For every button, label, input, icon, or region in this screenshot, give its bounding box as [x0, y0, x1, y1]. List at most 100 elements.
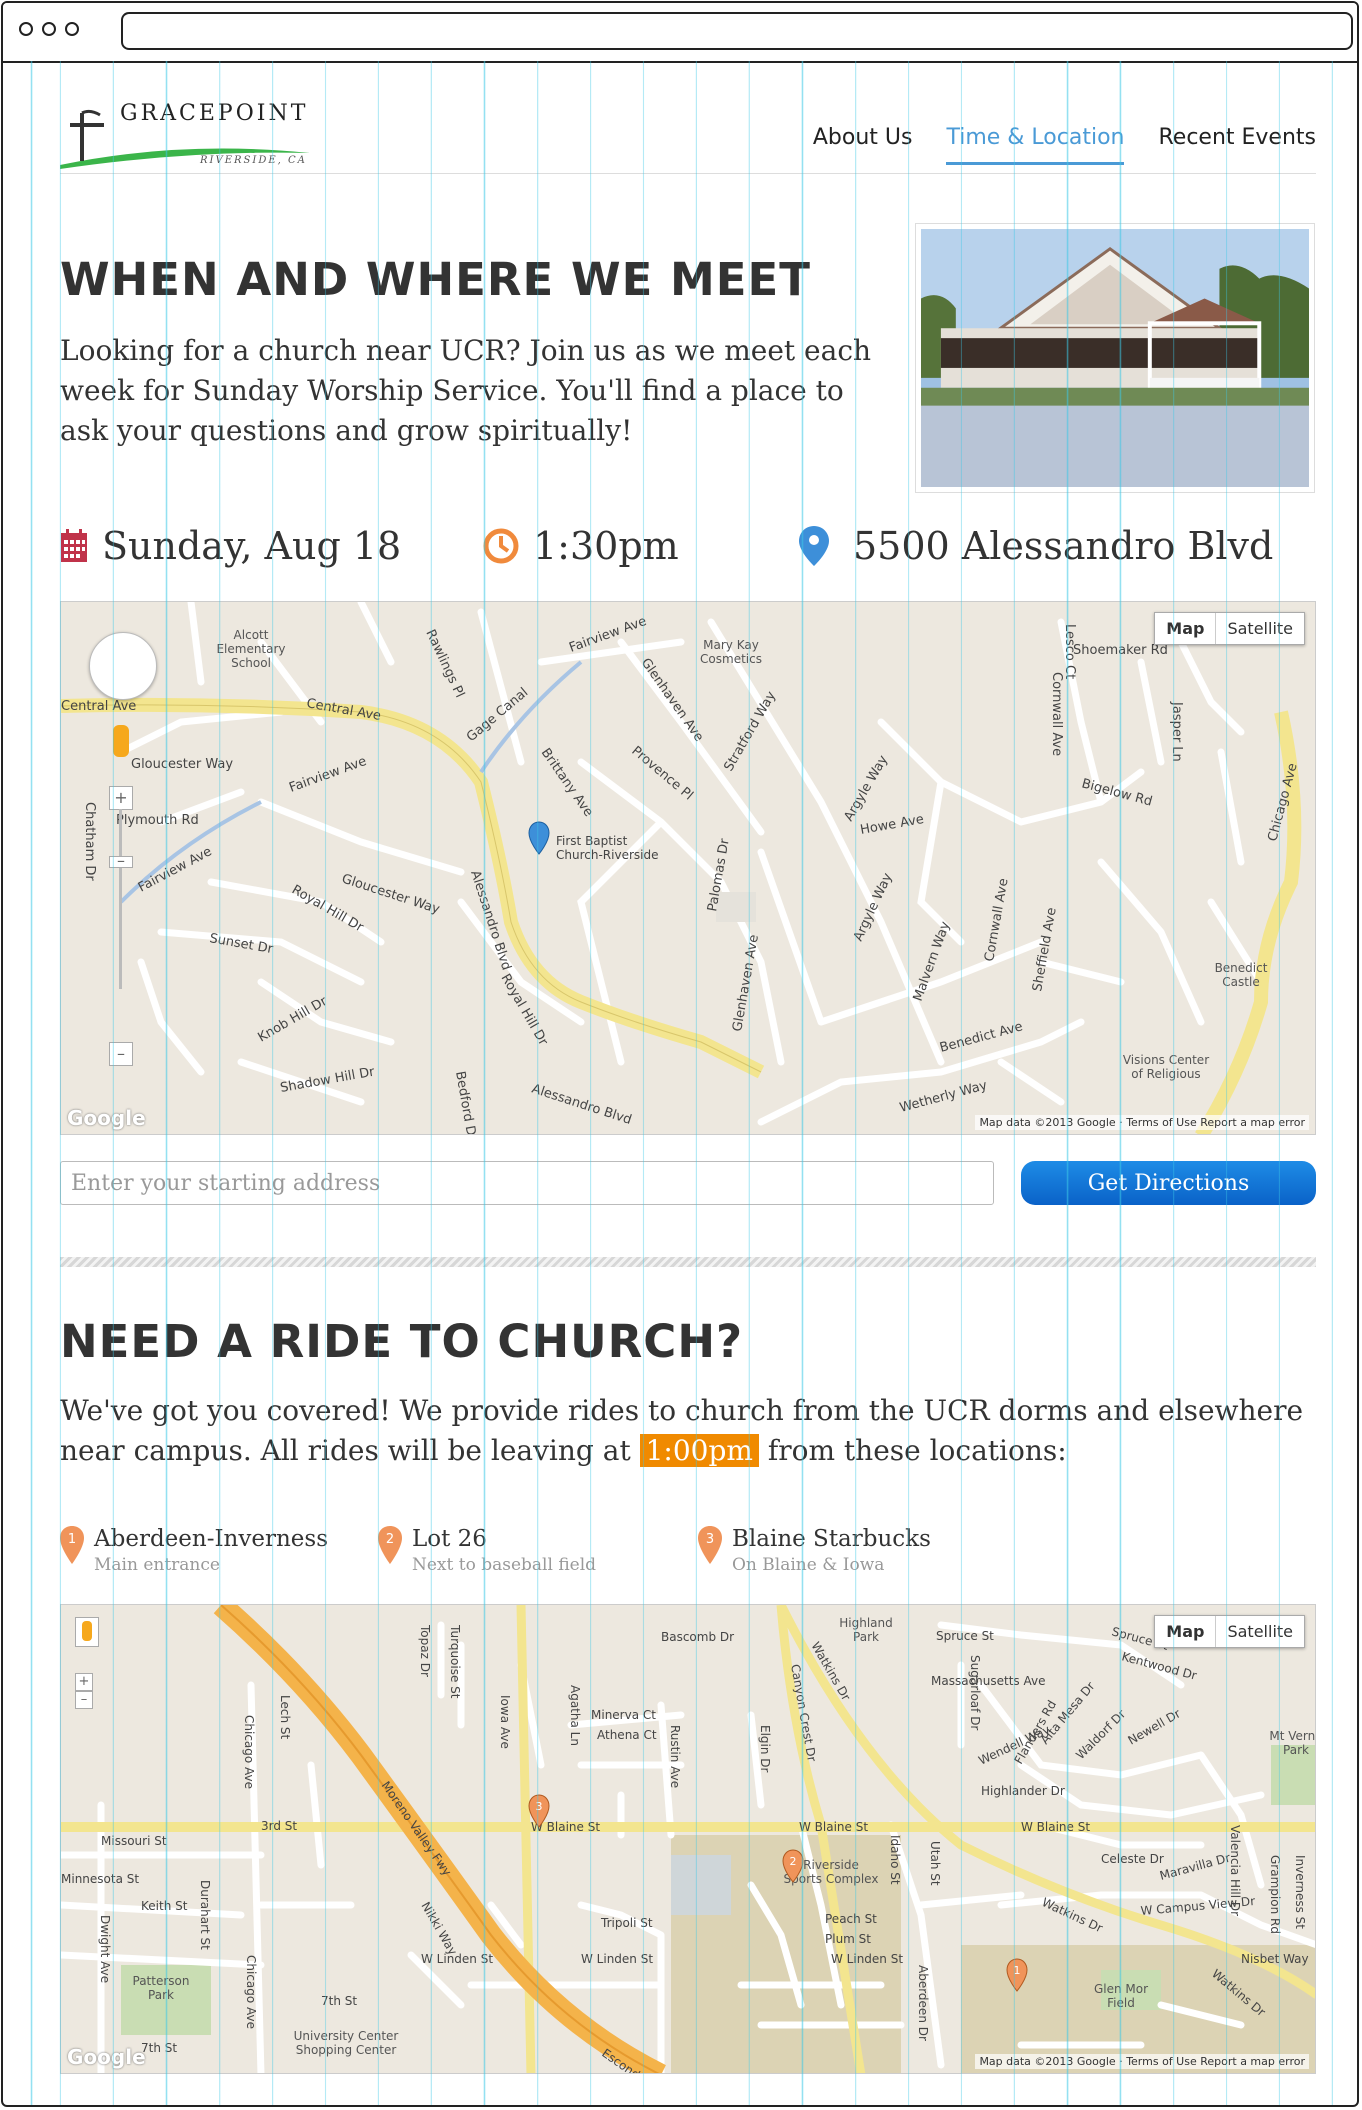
- google-logo[interactable]: Google: [67, 1106, 146, 1130]
- svg-text:Elgin Dr: Elgin Dr: [758, 1725, 772, 1773]
- get-directions-button[interactable]: Get Directions: [1021, 1161, 1316, 1205]
- svg-text:Church-Riverside: Church-Riverside: [556, 848, 658, 862]
- ride-text: We've got you covered! We provide rides …: [60, 1391, 1316, 1471]
- map-type-map-button[interactable]: Map: [1155, 613, 1215, 644]
- pegman-control[interactable]: [75, 1617, 99, 1647]
- svg-text:Topaz Dr: Topaz Dr: [418, 1624, 432, 1677]
- orange-pin-icon: 3: [698, 1526, 722, 1564]
- orange-pin-icon: 2: [378, 1526, 402, 1564]
- map-attribution[interactable]: Map data ©2013 Google · Terms of Use Rep…: [975, 2054, 1309, 2069]
- church-map-canvas[interactable]: Central Ave Central Ave Fairview AveFairv…: [61, 602, 1316, 1135]
- svg-text:Mary Kay: Mary Kay: [703, 638, 759, 652]
- svg-text:Highlander Dr: Highlander Dr: [981, 1784, 1065, 1798]
- meet-title: WHEN AND WHERE WE MEET: [60, 253, 811, 306]
- window-maximize-icon[interactable]: [65, 22, 79, 36]
- rides-map[interactable]: 3rd St W Blaine St W Blaine St W Blaine St…: [60, 1604, 1316, 2074]
- nav-time-location[interactable]: Time & Location: [946, 125, 1125, 165]
- church-map[interactable]: Central Ave Central Ave Fairview Ave Fairv…: [60, 601, 1316, 1135]
- svg-text:Agatha Ln: Agatha Ln: [568, 1685, 582, 1746]
- map-type-satellite-button[interactable]: Satellite: [1215, 613, 1304, 644]
- zoom-in-button[interactable]: +: [75, 1673, 93, 1691]
- zoom-slider-track[interactable]: [119, 809, 122, 989]
- map-type-control: Map Satellite: [1154, 612, 1305, 645]
- pegman-icon[interactable]: [82, 1621, 92, 1641]
- starting-address-input[interactable]: [60, 1161, 994, 1205]
- nav-about-us[interactable]: About Us: [813, 125, 913, 165]
- svg-text:Rustin Ave: Rustin Ave: [668, 1725, 682, 1788]
- svg-text:Durahart St: Durahart St: [198, 1880, 212, 1950]
- svg-text:Minnesota St: Minnesota St: [61, 1872, 139, 1886]
- main-nav: About Us Time & Location Recent Events: [813, 125, 1316, 165]
- ride-location-3[interactable]: 3 Blaine Starbucks On Blaine & Iowa: [698, 1526, 931, 1575]
- svg-text:Field: Field: [1107, 1996, 1135, 2010]
- window-close-icon[interactable]: [19, 22, 33, 36]
- location-subtitle: On Blaine & Iowa: [732, 1555, 885, 1575]
- location-name: Aberdeen-Inverness: [94, 1526, 328, 1552]
- location-subtitle: Main entrance: [94, 1555, 220, 1575]
- map-attribution[interactable]: Map data ©2013 Google · Terms of Use Rep…: [975, 1115, 1309, 1130]
- ride-location-2[interactable]: 2 Lot 26 Next to baseball field: [378, 1526, 596, 1575]
- time-info: 1:30pm: [483, 524, 679, 568]
- map-type-map-button[interactable]: Map: [1155, 1616, 1215, 1647]
- meet-date: Sunday, Aug 18: [102, 524, 402, 568]
- svg-text:Park: Park: [853, 1630, 879, 1644]
- svg-text:Gloucester Way: Gloucester Way: [131, 757, 233, 772]
- svg-text:Lech St: Lech St: [278, 1695, 292, 1739]
- svg-text:Park: Park: [148, 1988, 174, 2002]
- svg-text:Minerva Ct: Minerva Ct: [591, 1708, 656, 1722]
- svg-text:Bascomb Dr: Bascomb Dr: [661, 1630, 734, 1644]
- svg-text:Athena Ct: Athena Ct: [597, 1728, 657, 1742]
- pegman-icon[interactable]: [113, 725, 129, 757]
- map-pan-control[interactable]: [89, 632, 157, 700]
- svg-text:University Center: University Center: [294, 2029, 399, 2043]
- ride-location-1[interactable]: 1 Aberdeen-Inverness Main entrance: [60, 1526, 328, 1575]
- logo-subtitle: RIVERSIDE, CA: [200, 155, 307, 166]
- svg-text:3rd St: 3rd St: [261, 1819, 297, 1833]
- svg-text:2: 2: [790, 1855, 797, 1868]
- svg-text:Iowa Ave: Iowa Ave: [498, 1695, 512, 1749]
- svg-text:Celeste Dr: Celeste Dr: [1101, 1852, 1164, 1866]
- svg-text:Chicago Ave: Chicago Ave: [242, 1715, 256, 1789]
- svg-text:Dwight Ave: Dwight Ave: [98, 1915, 112, 1983]
- svg-text:Benedict: Benedict: [1215, 961, 1268, 975]
- meet-address: 5500 Alessandro Blvd: [853, 524, 1274, 568]
- svg-text:Cosmetics: Cosmetics: [700, 652, 762, 666]
- zoom-out-button[interactable]: –: [109, 1042, 133, 1066]
- svg-text:Aberdeen Dr: Aberdeen Dr: [916, 1965, 930, 2041]
- location-name: Lot 26: [412, 1526, 487, 1552]
- location-subtitle: Next to baseball field: [412, 1555, 597, 1575]
- svg-text:Jasper Ln: Jasper Ln: [1169, 701, 1184, 762]
- svg-text:Inverness St: Inverness St: [1293, 1855, 1307, 1929]
- window-minimize-icon[interactable]: [42, 22, 56, 36]
- meet-intro: Looking for a church near UCR? Join us a…: [60, 334, 872, 447]
- svg-text:Plymouth Rd: Plymouth Rd: [116, 813, 199, 828]
- nav-recent-events[interactable]: Recent Events: [1158, 125, 1316, 165]
- zoom-out-button[interactable]: –: [75, 1691, 93, 1709]
- svg-text:Shopping Center: Shopping Center: [296, 2043, 397, 2057]
- zoom-slider-handle[interactable]: –: [109, 853, 133, 869]
- section-divider: [60, 1257, 1316, 1267]
- svg-text:Park: Park: [1283, 1743, 1309, 1757]
- svg-text:First Baptist: First Baptist: [556, 834, 628, 848]
- svg-text:Turquoise St: Turquoise St: [448, 1624, 462, 1699]
- svg-text:Riverside: Riverside: [803, 1858, 859, 1872]
- svg-text:Shoemaker Rd: Shoemaker Rd: [1073, 643, 1168, 658]
- calendar-icon: [61, 529, 87, 562]
- location-pin-icon: [799, 526, 829, 566]
- google-logo[interactable]: Google: [67, 2045, 146, 2069]
- logo-text: GRACEPOINT: [120, 101, 309, 126]
- svg-text:7th St: 7th St: [321, 1994, 357, 2008]
- zoom-in-button[interactable]: +: [109, 786, 133, 810]
- svg-text:Highland: Highland: [839, 1616, 893, 1630]
- map-type-satellite-button[interactable]: Satellite: [1215, 1616, 1304, 1647]
- pin-number: 1: [68, 1532, 76, 1547]
- browser-window: GRACEPOINT RIVERSIDE, CA About Us Time &…: [1, 1, 1359, 2107]
- svg-text:W Linden St: W Linden St: [581, 1952, 653, 1966]
- svg-text:W Blaine St: W Blaine St: [799, 1820, 868, 1834]
- pin-number: 2: [386, 1532, 394, 1547]
- rides-map-canvas[interactable]: 3rd St W Blaine St W Blaine St W Blaine St…: [61, 1605, 1316, 2074]
- address-info: 5500 Alessandro Blvd: [799, 524, 1273, 568]
- address-bar[interactable]: [121, 12, 1353, 50]
- ride-text-after: from these locations:: [758, 1434, 1067, 1467]
- orange-pin-icon: 1: [60, 1526, 84, 1564]
